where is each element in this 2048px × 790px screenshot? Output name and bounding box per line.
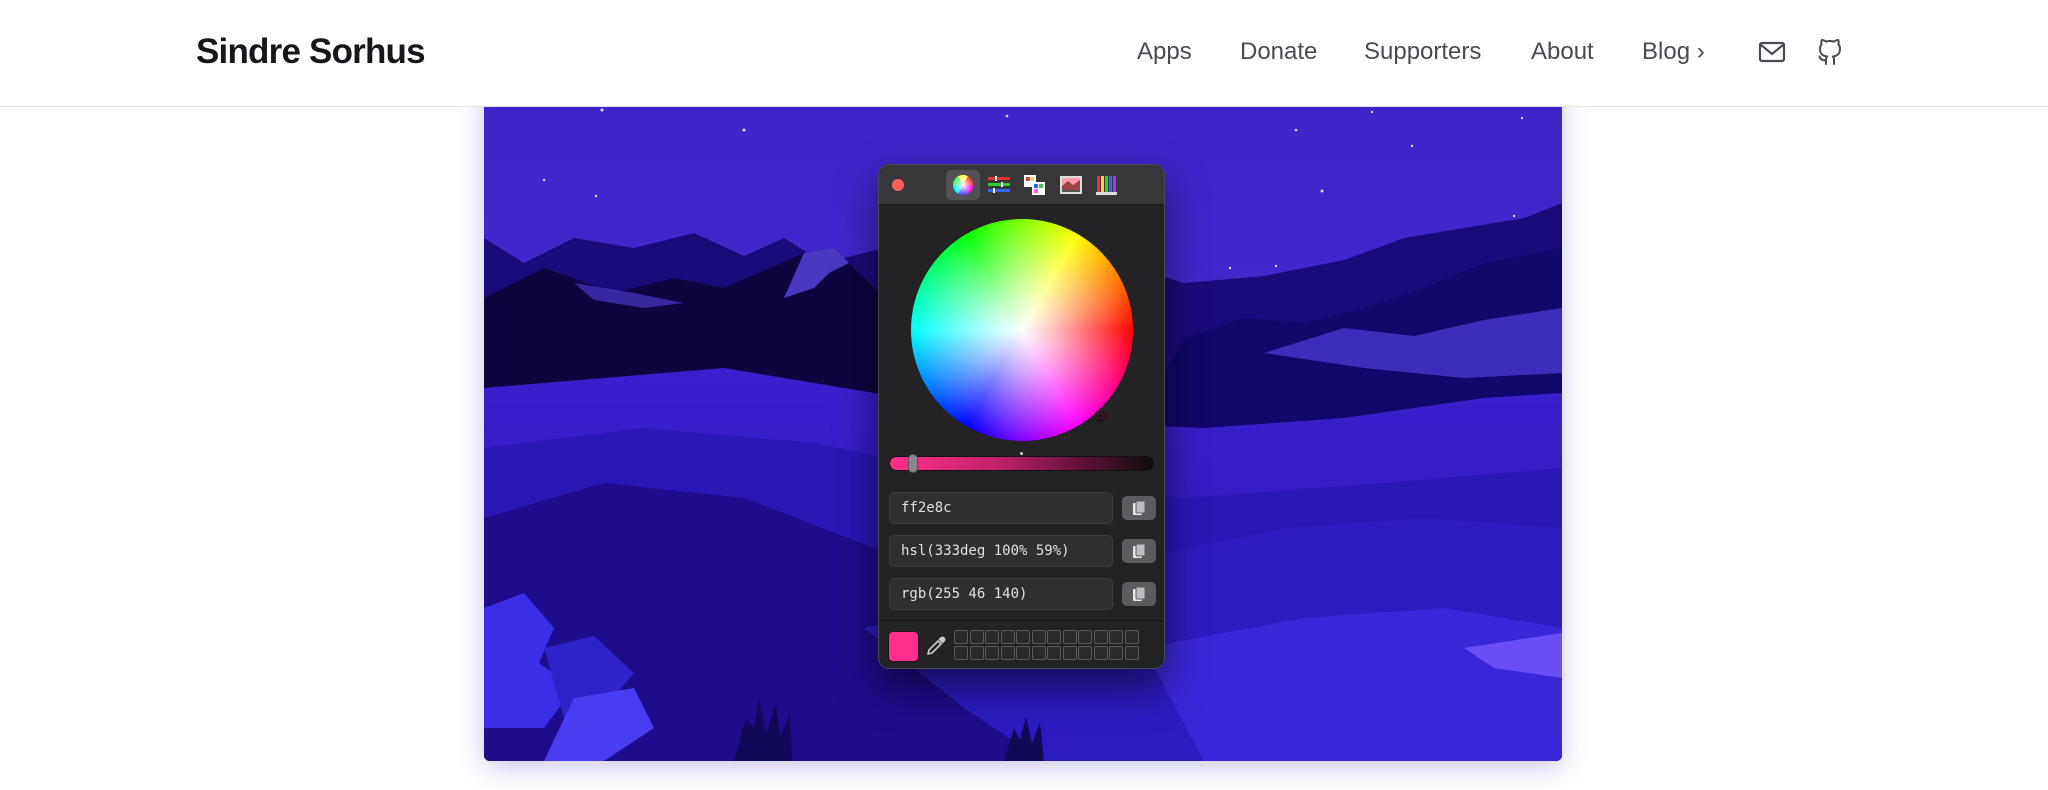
- saved-color-slot[interactable]: [1000, 646, 1015, 660]
- saved-color-slot[interactable]: [1000, 630, 1015, 644]
- picker-bottom-bar: [879, 620, 1164, 668]
- saved-color-slot[interactable]: [1016, 630, 1030, 644]
- saved-color-slot[interactable]: [1031, 630, 1046, 644]
- mail-icon[interactable]: [1757, 38, 1787, 66]
- nav-link-donate[interactable]: Donate: [1240, 38, 1317, 66]
- copy-hsl-button[interactable]: [1122, 539, 1156, 563]
- copy-icon: [1133, 543, 1146, 558]
- color-wheel[interactable]: [911, 219, 1133, 441]
- saved-color-slot[interactable]: [1093, 646, 1108, 660]
- saved-color-slot[interactable]: [1031, 646, 1046, 660]
- nav-link-supporters[interactable]: Supporters: [1364, 38, 1481, 66]
- saved-color-slot[interactable]: [985, 630, 999, 644]
- saved-color-slot[interactable]: [985, 646, 999, 660]
- eyedropper-icon[interactable]: [925, 635, 947, 657]
- copy-rgb-button[interactable]: [1122, 582, 1156, 606]
- saved-color-slot[interactable]: [1078, 646, 1092, 660]
- saved-color-slot[interactable]: [1093, 630, 1108, 644]
- nav-link-apps[interactable]: Apps: [1137, 38, 1192, 66]
- copy-icon: [1133, 500, 1146, 515]
- color-picker-panel: ff2e8c hsl(333deg 100% 59%) rgb(255 46 1…: [878, 164, 1165, 669]
- saved-color-slot[interactable]: [969, 646, 984, 660]
- saved-color-slot[interactable]: [1062, 646, 1077, 660]
- rgb-field[interactable]: rgb(255 46 140): [889, 578, 1113, 610]
- close-button[interactable]: [892, 179, 904, 191]
- mode-image-palette[interactable]: [1054, 170, 1088, 200]
- site-logo[interactable]: Sindre Sorhus: [196, 32, 426, 72]
- saved-color-slot[interactable]: [1062, 630, 1077, 644]
- picker-toolbar: [879, 165, 1164, 205]
- github-icon[interactable]: [1815, 38, 1845, 66]
- saved-color-slot[interactable]: [1124, 630, 1139, 644]
- nav-link-blog[interactable]: Blog ›: [1642, 38, 1705, 66]
- slider-thumb[interactable]: [907, 454, 918, 473]
- saved-color-slot[interactable]: [1047, 646, 1061, 660]
- saved-color-slot[interactable]: [1109, 630, 1123, 644]
- saved-color-slot[interactable]: [1016, 646, 1030, 660]
- saved-color-slot[interactable]: [1047, 630, 1061, 644]
- crosshair-icon[interactable]: [1092, 408, 1108, 424]
- mode-pencils[interactable]: [1090, 170, 1124, 200]
- saved-colors-grid: [954, 630, 1142, 662]
- saved-color-slot[interactable]: [1124, 646, 1139, 660]
- mode-color-wheel[interactable]: [946, 170, 980, 200]
- saved-color-slot[interactable]: [954, 630, 968, 644]
- saved-color-slot[interactable]: [1078, 630, 1092, 644]
- current-color-swatch[interactable]: [888, 631, 919, 662]
- mode-palettes[interactable]: [1018, 170, 1052, 200]
- color-wheel-icon: [952, 174, 974, 196]
- copy-icon: [1133, 586, 1146, 601]
- sliders-icon: [988, 176, 1010, 193]
- slider-center-mark: [1020, 452, 1023, 455]
- hsl-field[interactable]: hsl(333deg 100% 59%): [889, 535, 1113, 567]
- saved-color-slot[interactable]: [1109, 646, 1123, 660]
- hex-field[interactable]: ff2e8c: [889, 492, 1113, 524]
- nav-link-about[interactable]: About: [1531, 38, 1594, 66]
- copy-hex-button[interactable]: [1122, 496, 1156, 520]
- palettes-icon: [1024, 175, 1045, 195]
- site-header: Sindre Sorhus Apps Donate Supporters Abo…: [0, 0, 2048, 107]
- brightness-slider[interactable]: [889, 452, 1154, 473]
- saved-color-slot[interactable]: [954, 646, 968, 660]
- saved-color-slot[interactable]: [969, 630, 984, 644]
- mode-sliders[interactable]: [982, 170, 1016, 200]
- pencils-icon: [1096, 176, 1117, 195]
- image-palette-icon: [1060, 176, 1082, 194]
